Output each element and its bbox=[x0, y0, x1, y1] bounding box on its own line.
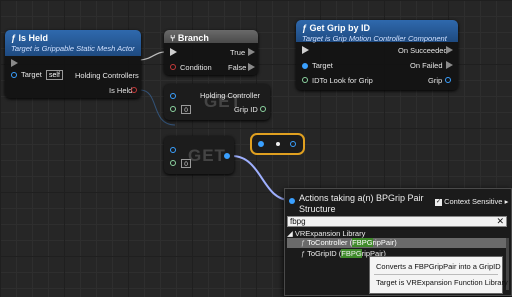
branch-node[interactable]: ⑂ Branch True Condition False bbox=[164, 30, 258, 75]
function-icon: ƒ bbox=[302, 23, 308, 33]
tooltip-divider bbox=[374, 274, 498, 275]
function-icon: ƒ bbox=[301, 249, 306, 258]
target-pin[interactable] bbox=[11, 72, 17, 78]
item-highlight: FBPG bbox=[341, 249, 362, 258]
get-holding-node[interactable]: GET Holding Controller 0 Grip ID bbox=[164, 84, 270, 120]
is-held-node[interactable]: ƒ Is Held Target is Grippable Static Mes… bbox=[5, 30, 141, 98]
item-highlight: FBPG bbox=[352, 238, 373, 247]
succeeded-exec-out[interactable] bbox=[446, 46, 453, 54]
id-label: IDTo Look for Grip bbox=[312, 76, 373, 85]
true-label: True bbox=[230, 48, 246, 57]
is-held-output-pin[interactable] bbox=[131, 87, 137, 93]
get-array-node[interactable]: GET 0 bbox=[164, 136, 234, 174]
get-holding-index-pin[interactable] bbox=[170, 106, 176, 112]
tooltip: Converts a FBPGripPair into a GripID Tar… bbox=[369, 256, 508, 294]
condition-pin[interactable] bbox=[170, 64, 176, 70]
array-out-pin[interactable] bbox=[224, 153, 230, 159]
branch-header: ⑂ Branch bbox=[164, 30, 258, 43]
item-text: ripPair) bbox=[372, 238, 397, 247]
list-item[interactable]: ƒ ToController (FBPGripPair) bbox=[287, 238, 507, 248]
array-in-pin[interactable] bbox=[170, 147, 176, 153]
get-grip-target-label: Target bbox=[312, 61, 333, 70]
id-pin[interactable] bbox=[302, 77, 308, 83]
context-sensitive-label: Context Sensitive bbox=[444, 197, 503, 206]
exec-in-pin[interactable] bbox=[11, 59, 18, 67]
array-index-field[interactable]: 0 bbox=[181, 159, 191, 168]
context-sensitive-checkbox[interactable]: ✓ bbox=[435, 198, 442, 206]
reroute-dot bbox=[276, 142, 280, 146]
get-grip-exec-in[interactable] bbox=[302, 46, 309, 54]
exec-wire bbox=[139, 51, 165, 61]
get-grip-target-pin[interactable] bbox=[302, 63, 308, 69]
holding-controller-label: Holding Controller bbox=[200, 91, 261, 100]
false-exec-out[interactable] bbox=[248, 63, 255, 71]
reroute-in-pin[interactable] bbox=[258, 141, 264, 147]
array-index-pin[interactable] bbox=[170, 160, 176, 166]
tooltip-line1: Converts a FBPGripPair into a GripID bbox=[376, 262, 501, 271]
expand-arrow-icon[interactable]: ▸ bbox=[505, 197, 509, 206]
is-held-title: Is Held bbox=[18, 33, 49, 43]
clear-search-icon[interactable]: ✕ bbox=[496, 216, 504, 227]
context-sensitive-toggle[interactable]: ✓ Context Sensitive ▸ bbox=[435, 197, 508, 206]
branch-title: Branch bbox=[177, 33, 209, 43]
true-exec-out[interactable] bbox=[248, 48, 255, 56]
holding-controllers-label: Holding Controllers bbox=[75, 71, 139, 80]
struct-wire bbox=[231, 155, 291, 201]
grip-label: Grip bbox=[428, 76, 443, 85]
get-grip-title: Get Grip by ID bbox=[309, 23, 371, 33]
get-grip-node[interactable]: ƒ Get Grip by ID Target is Grip Motion C… bbox=[296, 20, 458, 90]
is-held-label: Is Held bbox=[109, 86, 133, 95]
branch-exec-in[interactable] bbox=[170, 48, 177, 56]
function-icon: ƒ bbox=[11, 33, 17, 43]
menu-blue-dot bbox=[289, 198, 295, 204]
false-label: False bbox=[228, 63, 247, 72]
function-icon: ƒ bbox=[301, 238, 306, 247]
search-input[interactable]: fbpg bbox=[290, 217, 306, 226]
get-watermark: GET bbox=[188, 146, 226, 165]
get-grip-header: ƒ Get Grip by ID Target is Grip Motion C… bbox=[296, 20, 458, 43]
grip-output-pin[interactable] bbox=[445, 77, 451, 83]
tooltip-line2: Target is VRExpansion Function Library bbox=[376, 278, 508, 287]
branch-icon: ⑂ bbox=[170, 33, 176, 43]
holding-controller-in-pin[interactable] bbox=[170, 93, 176, 99]
failed-exec-out[interactable] bbox=[446, 61, 453, 69]
menu-header: Actions taking a(n) BPGrip Pair Structur… bbox=[299, 193, 424, 214]
get-holding-index-field[interactable]: 0 bbox=[181, 105, 191, 114]
category-label: VRExpansion Library bbox=[294, 229, 366, 238]
on-failed-label: On Failed bbox=[410, 61, 443, 70]
collapse-arrow-icon[interactable]: ◢ bbox=[287, 229, 293, 238]
grip-id-out-pin[interactable] bbox=[260, 106, 266, 112]
is-held-header: ƒ Is Held Target is Grippable Static Mes… bbox=[5, 30, 141, 56]
condition-label: Condition bbox=[180, 63, 212, 72]
get-grip-subtitle: Target is Grip Motion Controller Compone… bbox=[302, 34, 447, 43]
item-text: ToGripID ( bbox=[307, 249, 342, 258]
category-row[interactable]: ◢ VRExpansion Library bbox=[287, 229, 365, 238]
reroute-out-pin[interactable] bbox=[290, 141, 296, 147]
target-self-field[interactable]: self bbox=[46, 70, 63, 80]
reroute-node[interactable] bbox=[250, 133, 305, 155]
grip-id-label: Grip ID bbox=[234, 105, 258, 114]
is-held-subtitle: Target is Grippable Static Mesh Actor bbox=[11, 44, 135, 53]
item-text: ToController ( bbox=[307, 238, 353, 247]
search-box[interactable]: fbpg ✕ bbox=[287, 216, 507, 227]
target-label: Target bbox=[21, 70, 42, 79]
on-succeeded-label: On Succeeded bbox=[398, 46, 448, 55]
